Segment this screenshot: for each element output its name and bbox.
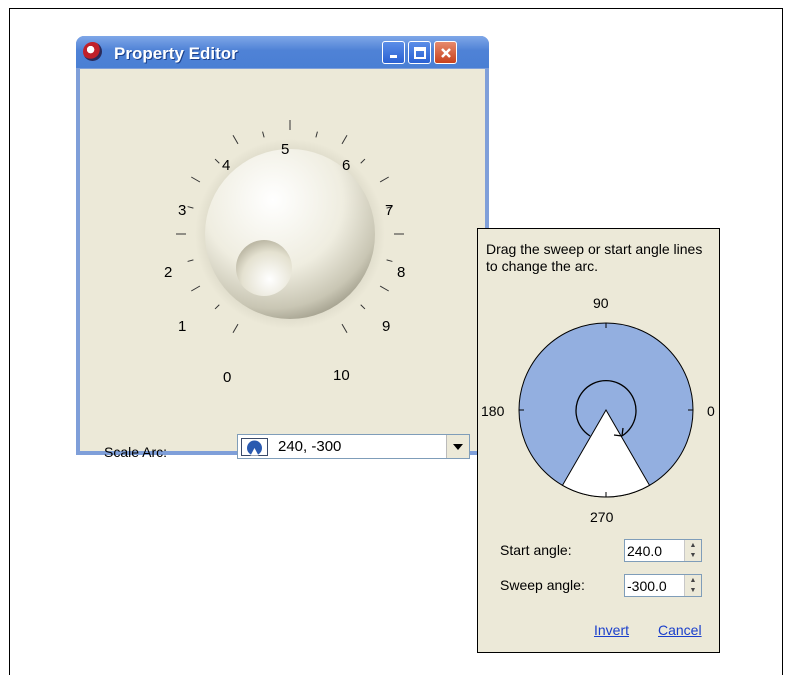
major-tick: [379, 285, 389, 292]
sweep-angle-spinner[interactable]: ▲ ▼: [624, 574, 702, 597]
start-angle-spinner[interactable]: ▲ ▼: [624, 539, 702, 562]
sweep-angle-up-icon[interactable]: ▲: [685, 575, 701, 585]
minor-tick: [262, 131, 265, 138]
minor-tick: [386, 259, 393, 262]
tick-label-3: 3: [178, 202, 187, 219]
minor-tick: [360, 304, 366, 310]
knob-indicator: [236, 240, 292, 296]
minor-tick: [187, 206, 194, 209]
start-angle-label: Start angle:: [500, 542, 572, 558]
sweep-angle-spin-buttons[interactable]: ▲ ▼: [684, 575, 701, 596]
property-editor-window: Property Editor 0 1 2 3 4 5 6 7 8 9 10 S…: [76, 36, 489, 460]
major-tick: [191, 176, 201, 183]
maximize-button[interactable]: [408, 41, 431, 64]
major-tick: [232, 135, 239, 145]
sweep-angle-label: Sweep angle:: [500, 577, 585, 593]
start-angle-spin-buttons[interactable]: ▲ ▼: [684, 540, 701, 561]
app-icon: [83, 42, 102, 61]
major-tick: [341, 323, 348, 333]
minor-tick: [214, 158, 220, 164]
scale-arc-value: 240, -300: [278, 438, 342, 455]
sweep-angle-input[interactable]: [627, 577, 679, 594]
tick-label-10: 10: [333, 367, 350, 384]
close-icon: [440, 47, 451, 58]
arc-editor-popup: Drag the sweep or start angle lines to c…: [477, 228, 720, 653]
arc-preview-icon: [241, 438, 268, 456]
minimize-button[interactable]: [382, 41, 405, 64]
window-client-area: 0 1 2 3 4 5 6 7 8 9 10 Scale Arc: 240, -…: [80, 69, 485, 460]
dropdown-button[interactable]: [446, 435, 469, 458]
tick-label-6: 6: [342, 157, 351, 174]
start-angle-up-icon[interactable]: ▲: [685, 540, 701, 550]
minor-tick: [187, 259, 194, 262]
tick-label-2: 2: [164, 264, 173, 281]
minor-tick: [360, 158, 366, 164]
major-tick: [191, 285, 201, 292]
major-tick: [232, 323, 239, 333]
start-angle-down-icon[interactable]: ▼: [685, 550, 701, 560]
tick-label-4: 4: [222, 157, 231, 174]
window-title: Property Editor: [114, 44, 238, 63]
start-angle-input[interactable]: [627, 542, 679, 559]
minimize-icon: [389, 54, 397, 58]
tick-label-8: 8: [397, 264, 406, 281]
scale-arc-label: Scale Arc:: [104, 444, 168, 460]
knob-dial[interactable]: [80, 69, 485, 409]
minor-tick: [214, 304, 220, 310]
arc-diagram[interactable]: [478, 229, 721, 529]
major-tick: [341, 135, 348, 145]
invert-link[interactable]: Invert: [594, 622, 629, 638]
title-bar[interactable]: Property Editor: [76, 36, 489, 68]
sweep-angle-down-icon[interactable]: ▼: [685, 585, 701, 595]
tick-label-1: 1: [178, 318, 187, 335]
tick-label-9: 9: [382, 318, 391, 335]
cancel-link[interactable]: Cancel: [658, 622, 702, 638]
tick-label-5: 5: [281, 141, 290, 158]
maximize-icon: [413, 46, 426, 59]
major-tick: [379, 176, 389, 183]
tick-label-7: 7: [385, 202, 394, 219]
knob[interactable]: [205, 149, 375, 319]
scale-arc-combobox[interactable]: 240, -300: [237, 434, 470, 459]
close-button[interactable]: [434, 41, 457, 64]
tick-label-0: 0: [223, 369, 232, 386]
minor-tick: [315, 131, 318, 138]
chevron-down-icon: [453, 443, 463, 450]
